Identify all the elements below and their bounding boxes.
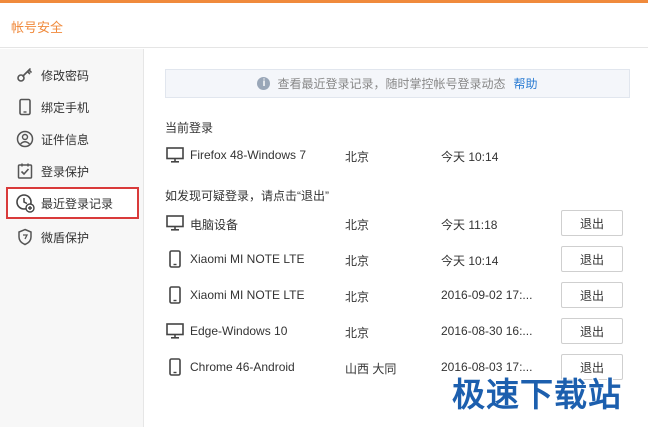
sidebar-item-label: 微盾保护 — [41, 230, 90, 245]
mobile-icon — [165, 250, 185, 268]
logout-button[interactable]: 退出 — [561, 210, 623, 236]
login-time: 今天 10:14 — [441, 150, 499, 164]
login-time: 今天 10:14 — [441, 254, 499, 268]
sidebar-item-weidun[interactable]: 微盾保护 — [6, 221, 139, 253]
mobile-icon — [165, 286, 185, 304]
sidebar-item-login-protect[interactable]: 登录保护 — [6, 155, 139, 187]
recent-login-icon — [14, 192, 36, 214]
logout-button[interactable]: 退出 — [561, 282, 623, 308]
device-name: Chrome 46-Android — [190, 360, 295, 374]
monitor-icon — [165, 214, 185, 232]
sidebar-item-label: 最近登录记录 — [41, 196, 114, 211]
login-time: 2016-08-30 16:... — [441, 324, 533, 338]
current-login-row: Firefox 48-Windows 7 北京 今天 10:14 — [165, 140, 630, 170]
page-title: 帐号安全 — [11, 20, 64, 35]
login-location: 北京 — [345, 218, 370, 232]
table-row: 电脑设备 北京 今天 11:18 退出 — [165, 208, 630, 238]
login-location: 北京 — [345, 254, 370, 268]
sidebar-item-label: 证件信息 — [41, 132, 90, 147]
suspicious-login-title: 如发现可疑登录，请点击“退出” — [165, 189, 329, 203]
sidebar-item-recent-login[interactable]: 最近登录记录 — [6, 187, 139, 219]
help-link[interactable]: 帮助 — [514, 75, 538, 92]
device-name: Xiaomi MI NOTE LTE — [190, 288, 305, 302]
sidebar-item-label: 绑定手机 — [41, 100, 90, 115]
table-row: Xiaomi MI NOTE LTE 北京 今天 10:14 退出 — [165, 244, 630, 274]
sidebar: 修改密码 绑定手机 证件信息 登录保护 最近登录记录 微盾保护 — [0, 49, 144, 427]
mobile-icon — [165, 358, 185, 376]
table-row: Xiaomi MI NOTE LTE 北京 2016-09-02 17:... … — [165, 280, 630, 310]
sidebar-item-bind-phone[interactable]: 绑定手机 — [6, 91, 139, 123]
device-name: Firefox 48-Windows 7 — [190, 148, 307, 162]
login-protect-icon — [14, 160, 36, 182]
id-card-icon — [14, 128, 36, 150]
sidebar-item-change-password[interactable]: 修改密码 — [6, 59, 139, 91]
monitor-icon — [165, 322, 185, 340]
info-icon: i — [257, 77, 271, 90]
shield-icon — [14, 226, 36, 248]
logout-button[interactable]: 退出 — [561, 246, 623, 272]
login-location: 北京 — [345, 326, 370, 340]
monitor-icon — [165, 146, 185, 164]
phone-icon — [14, 96, 36, 118]
sidebar-item-label: 登录保护 — [41, 164, 90, 179]
sidebar-item-label: 修改密码 — [41, 68, 90, 83]
sidebar-item-id-info[interactable]: 证件信息 — [6, 123, 139, 155]
device-name: 电脑设备 — [190, 218, 239, 232]
header: 帐号安全 — [0, 3, 648, 48]
device-name: Xiaomi MI NOTE LTE — [190, 252, 305, 266]
login-location: 山西 大同 — [345, 362, 397, 376]
table-row: Edge-Windows 10 北京 2016-08-30 16:... 退出 — [165, 316, 630, 346]
notice-bar: i 查看最近登录记录，随时掌控帐号登录动态 帮助 — [165, 69, 630, 98]
key-icon — [14, 64, 36, 86]
logout-button[interactable]: 退出 — [561, 318, 623, 344]
notice-text: 查看最近登录记录，随时掌控帐号登录动态 — [277, 77, 506, 91]
login-location: 北京 — [345, 290, 370, 304]
login-time: 今天 11:18 — [441, 218, 498, 232]
current-login-title: 当前登录 — [165, 121, 214, 135]
device-name: Edge-Windows 10 — [190, 324, 288, 338]
login-time: 2016-09-02 17:... — [441, 288, 533, 302]
login-location: 北京 — [345, 150, 370, 164]
watermark-logo: 极速下载站 — [452, 375, 622, 414]
